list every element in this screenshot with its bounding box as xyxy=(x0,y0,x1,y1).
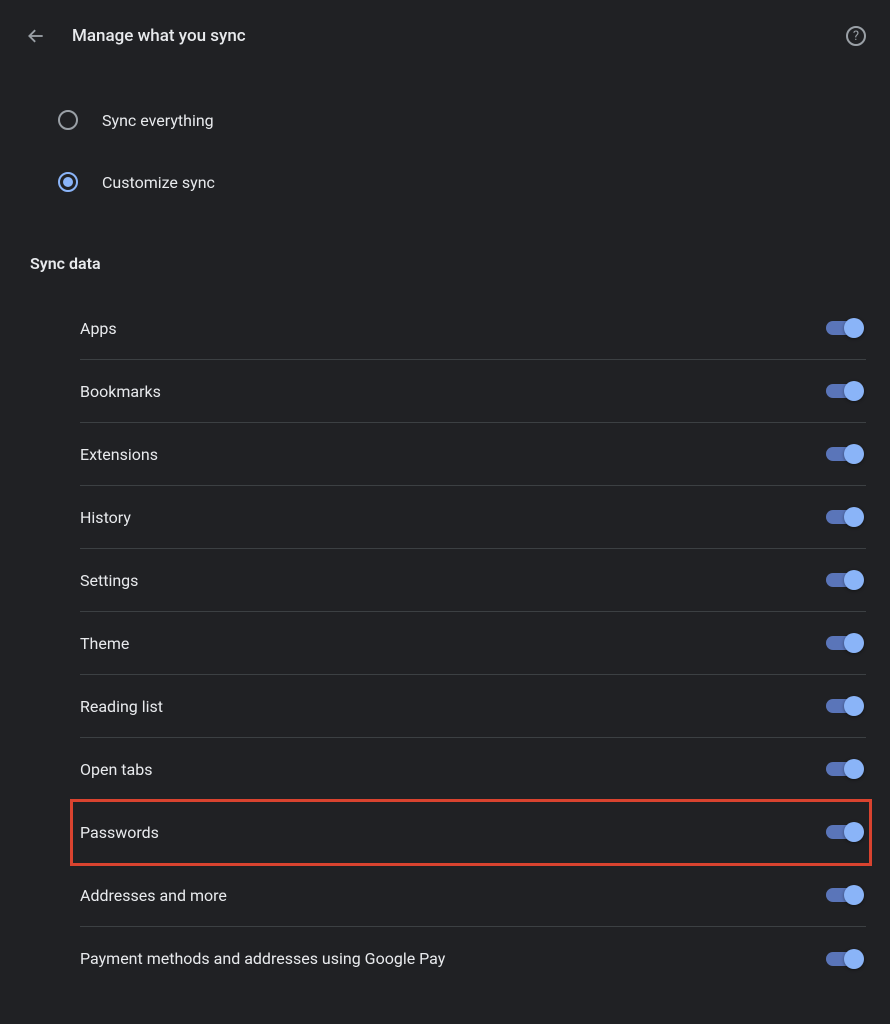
toggle-label: Reading list xyxy=(80,697,163,716)
toggle-switch[interactable] xyxy=(826,321,862,335)
toggle-switch[interactable] xyxy=(826,447,862,461)
toggle-label: Open tabs xyxy=(80,760,152,779)
toggle-row: Payment methods and addresses using Goog… xyxy=(80,927,866,990)
toggle-row: Open tabs xyxy=(80,738,866,801)
radio-label: Customize sync xyxy=(102,173,215,192)
toggle-label: Passwords xyxy=(80,823,159,842)
toggle-knob xyxy=(844,444,864,464)
toggle-switch[interactable] xyxy=(826,762,862,776)
toggle-row: Bookmarks xyxy=(80,360,866,423)
toggle-row: Addresses and more xyxy=(80,864,866,927)
radio-sync-everything[interactable]: Sync everything xyxy=(58,96,866,144)
toggle-row: Extensions xyxy=(80,423,866,486)
radio-icon-selected xyxy=(58,172,78,192)
sync-data-list: Apps Bookmarks Extensions History Settings Th… xyxy=(24,297,866,990)
toggle-knob xyxy=(844,885,864,905)
toggle-label: Payment methods and addresses using Goog… xyxy=(80,949,445,968)
toggle-knob xyxy=(844,822,864,842)
toggle-row: Theme xyxy=(80,612,866,675)
toggle-label: History xyxy=(80,508,131,527)
toggle-switch[interactable] xyxy=(826,825,862,839)
header: Manage what you sync ? xyxy=(24,24,866,48)
toggle-row: History xyxy=(80,486,866,549)
toggle-switch[interactable] xyxy=(826,573,862,587)
toggle-knob xyxy=(844,696,864,716)
toggle-knob xyxy=(844,949,864,969)
toggle-switch[interactable] xyxy=(826,510,862,524)
toggle-label: Bookmarks xyxy=(80,382,161,401)
section-title-sync-data: Sync data xyxy=(24,254,866,273)
radio-label: Sync everything xyxy=(102,111,214,130)
toggle-row: Reading list xyxy=(80,675,866,738)
radio-customize-sync[interactable]: Customize sync xyxy=(58,158,866,206)
toggle-switch[interactable] xyxy=(826,384,862,398)
toggle-knob xyxy=(844,318,864,338)
toggle-label: Settings xyxy=(80,571,138,590)
radio-icon xyxy=(58,110,78,130)
toggle-row: Passwords xyxy=(72,801,870,864)
toggle-switch[interactable] xyxy=(826,636,862,650)
toggle-label: Apps xyxy=(80,319,117,338)
toggle-knob xyxy=(844,633,864,653)
toggle-switch[interactable] xyxy=(826,699,862,713)
toggle-switch[interactable] xyxy=(826,952,862,966)
help-icon[interactable]: ? xyxy=(846,26,866,46)
toggle-knob xyxy=(844,381,864,401)
toggle-label: Addresses and more xyxy=(80,886,227,905)
toggle-switch[interactable] xyxy=(826,888,862,902)
toggle-row: Settings xyxy=(80,549,866,612)
sync-mode-radios: Sync everything Customize sync xyxy=(24,96,866,206)
back-arrow-icon[interactable] xyxy=(24,24,48,48)
toggle-knob xyxy=(844,570,864,590)
toggle-knob xyxy=(844,507,864,527)
toggle-knob xyxy=(844,759,864,779)
toggle-label: Extensions xyxy=(80,445,158,464)
page-title: Manage what you sync xyxy=(72,26,246,46)
toggle-label: Theme xyxy=(80,634,129,653)
toggle-row: Apps xyxy=(80,297,866,360)
